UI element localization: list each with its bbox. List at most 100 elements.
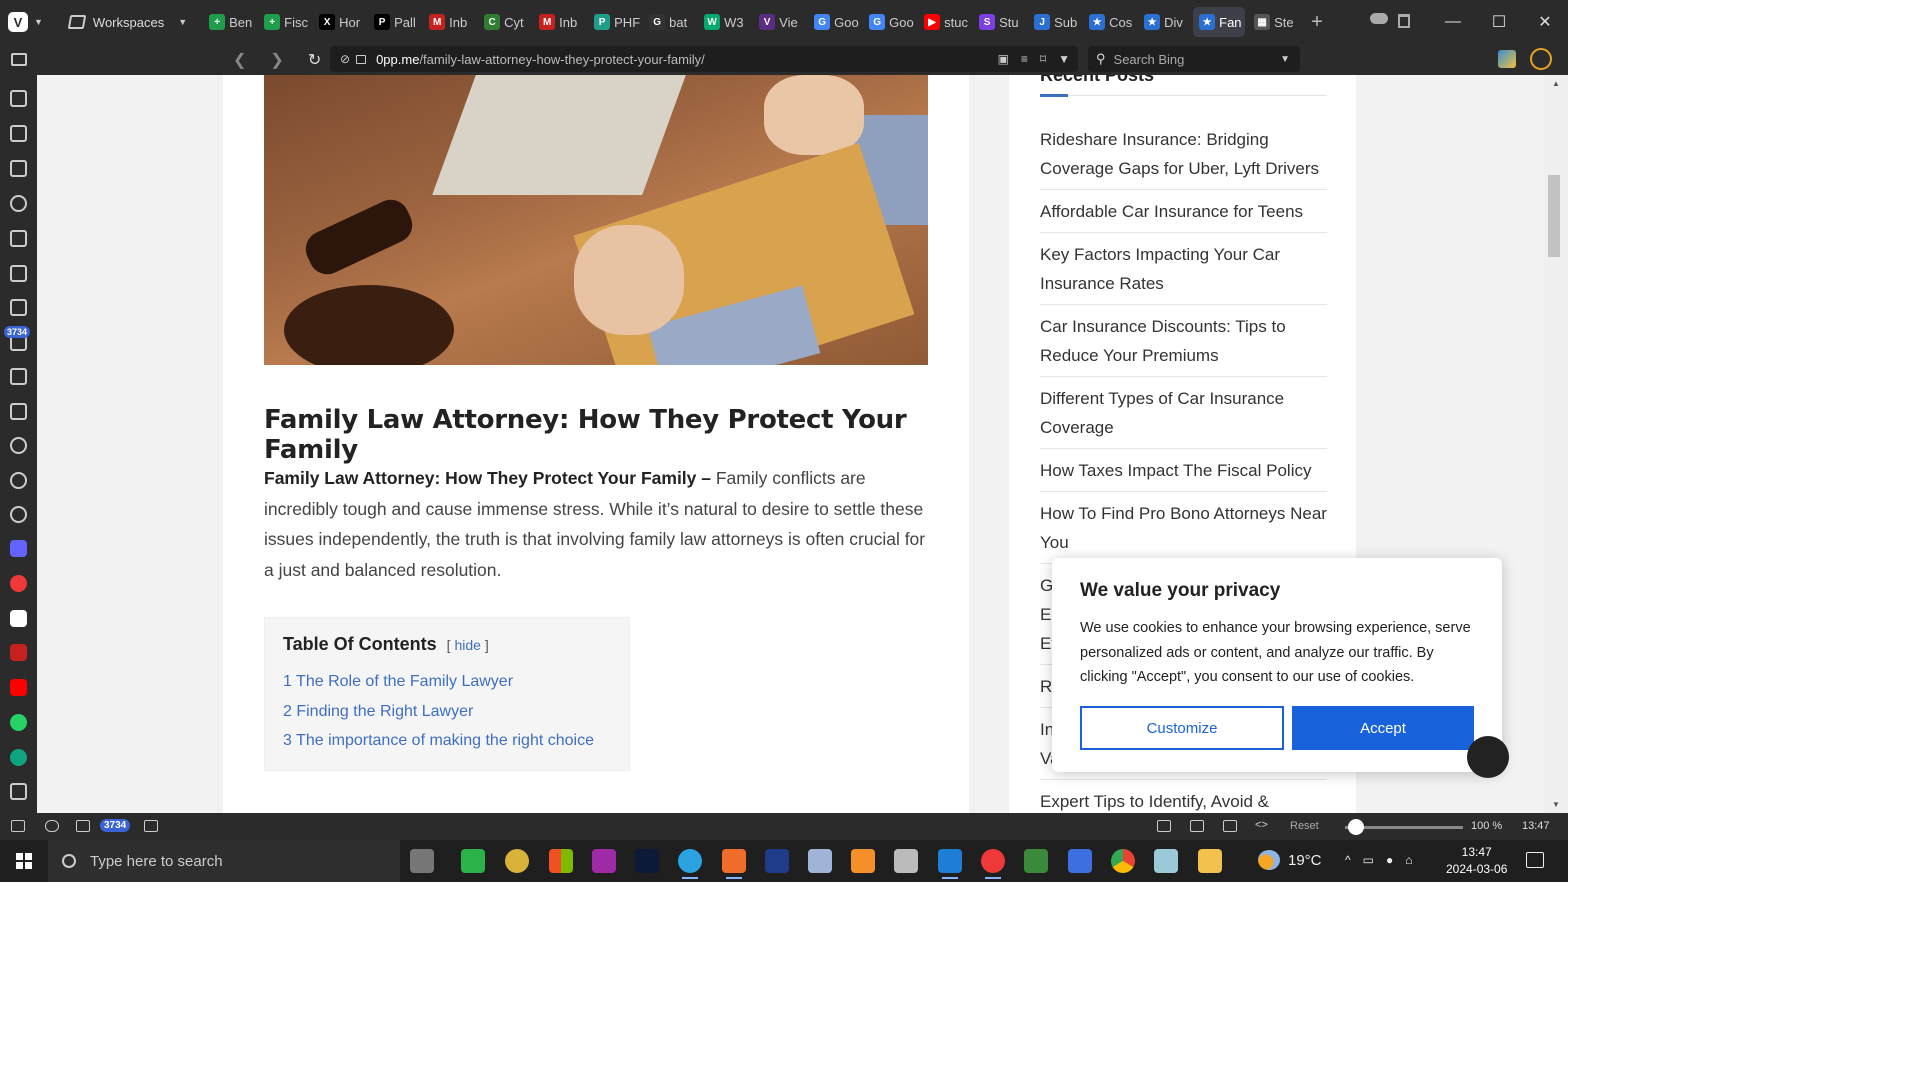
app-icon[interactable] xyxy=(1024,849,1048,873)
browser-tab[interactable]: S Stu xyxy=(973,7,1025,37)
calendar-icon[interactable] xyxy=(144,820,158,832)
app-icon[interactable] xyxy=(1068,849,1092,873)
vivaldi-menu-icon[interactable]: V xyxy=(8,12,28,32)
window-panel-icon[interactable] xyxy=(10,265,27,282)
task-view-icon[interactable] xyxy=(410,849,434,873)
app-icon[interactable] xyxy=(549,849,573,873)
browser-tab[interactable]: ▶ stuc xyxy=(918,7,970,37)
bookmark-icon[interactable]: ⌑ xyxy=(1040,52,1046,66)
back-button[interactable]: ❮ xyxy=(233,50,246,70)
intellij-icon[interactable] xyxy=(592,849,616,873)
recent-post-link[interactable]: Key Factors Impacting Your Car Insurance… xyxy=(1040,240,1327,305)
xampp-icon[interactable] xyxy=(722,849,746,879)
feeds-icon[interactable] xyxy=(10,437,27,454)
scroll-down-arrow[interactable]: ▼ xyxy=(1552,800,1560,809)
minimize-button[interactable]: — xyxy=(1430,13,1476,31)
photoshop-icon[interactable] xyxy=(635,849,659,873)
app-icon[interactable] xyxy=(505,849,529,873)
weather-widget[interactable]: 19°C xyxy=(1258,850,1322,870)
bookmarks-panel-icon[interactable] xyxy=(10,90,27,107)
search-engine-icon[interactable]: ⚲ xyxy=(1096,51,1106,67)
telegram-icon[interactable] xyxy=(678,849,702,879)
whatsapp-icon[interactable] xyxy=(10,714,27,731)
reader-view-icon[interactable]: ≡ xyxy=(1021,52,1028,66)
toc-hide-link[interactable]: hide xyxy=(454,637,480,653)
address-bar[interactable]: ⊘ 0pp.me /family-law-attorney-how-they-p… xyxy=(330,46,1078,72)
workspaces-button[interactable]: Workspaces ▼ xyxy=(59,15,197,30)
gmail-icon[interactable] xyxy=(10,644,27,661)
notifications-icon[interactable] xyxy=(1526,852,1544,868)
notes-icon[interactable] xyxy=(10,230,27,247)
app-icon[interactable] xyxy=(894,849,918,873)
profile-avatar[interactable] xyxy=(1530,48,1552,70)
panel-toggle-icon[interactable] xyxy=(11,820,25,832)
search-field[interactable]: ⚲ Search Bing ▼ xyxy=(1088,46,1300,72)
browser-tab[interactable]: + Ben xyxy=(203,7,255,37)
add-panel-icon[interactable] xyxy=(10,783,27,800)
recent-post-link[interactable]: Different Types of Car Insurance Coverag… xyxy=(1040,384,1327,449)
browser-tab[interactable]: C Cyt xyxy=(478,7,530,37)
browser-tab[interactable]: G Goo xyxy=(808,7,860,37)
page-actions-icon[interactable]: <> xyxy=(1255,819,1268,831)
chatgpt-icon[interactable] xyxy=(10,749,27,766)
chevron-down-icon[interactable]: ▼ xyxy=(1058,52,1070,66)
battery-icon[interactable]: ▭ xyxy=(1363,853,1374,867)
page-tiling-icon[interactable] xyxy=(1223,820,1237,832)
browser-tab[interactable]: G Goo xyxy=(863,7,915,37)
accept-button[interactable]: Accept xyxy=(1292,706,1474,750)
file-explorer-icon[interactable] xyxy=(1198,849,1222,873)
browser-tab[interactable]: Gbat xyxy=(643,7,695,37)
browser-tab[interactable]: P Pall xyxy=(368,7,420,37)
taskbar-clock[interactable]: 13:47 2024-03-06 xyxy=(1446,844,1507,878)
floating-action-button[interactable] xyxy=(1467,736,1509,778)
chrome-icon[interactable] xyxy=(1111,849,1135,873)
browser-tab[interactable]: M Inb xyxy=(533,7,585,37)
chevron-down-icon[interactable]: ▼ xyxy=(34,17,43,27)
browser-tab[interactable]: P PHF xyxy=(588,7,640,37)
browser-tab[interactable]: M Inb xyxy=(423,7,475,37)
browser-tab[interactable]: W W3 xyxy=(698,7,750,37)
feed-icon[interactable]: ▣ xyxy=(998,52,1009,66)
virtualbox-icon[interactable] xyxy=(808,849,832,873)
chat-icon[interactable] xyxy=(10,506,27,523)
toc-item[interactable]: 1 The Role of the Family Lawyer xyxy=(283,667,611,697)
reading-list-icon[interactable] xyxy=(10,125,27,142)
browser-tab[interactable]: X Hor xyxy=(313,7,365,37)
vivaldi-icon[interactable] xyxy=(10,575,27,592)
tray-app-icon[interactable]: ● xyxy=(1386,853,1393,867)
sublime-icon[interactable] xyxy=(851,849,875,873)
browser-tab[interactable]: ★ Cos xyxy=(1083,7,1135,37)
app-icon[interactable] xyxy=(461,849,485,873)
lock-icon[interactable] xyxy=(356,54,367,64)
site-settings-icon[interactable]: ⊘ xyxy=(340,52,350,66)
recent-post-link[interactable]: Expert Tips to Identify, Avoid & xyxy=(1040,787,1327,813)
vivaldi-icon[interactable] xyxy=(981,849,1005,879)
browser-tab[interactable]: ★ Fan xyxy=(1193,7,1246,37)
recent-post-link[interactable]: How Taxes Impact The Fiscal Policy xyxy=(1040,456,1327,492)
scroll-up-arrow[interactable]: ▲ xyxy=(1552,79,1560,88)
vscode-icon[interactable] xyxy=(938,849,962,879)
browser-tab[interactable]: J Sub xyxy=(1028,7,1080,37)
calendar-icon[interactable] xyxy=(10,368,27,385)
image-toggle-icon[interactable] xyxy=(1190,820,1204,832)
history-icon[interactable] xyxy=(10,195,27,212)
contacts-icon[interactable] xyxy=(10,472,27,489)
browser-tab[interactable]: V Vie xyxy=(753,7,805,37)
app-icon[interactable] xyxy=(765,849,789,873)
windows-start-icon[interactable] xyxy=(16,853,32,869)
mail-icon[interactable] xyxy=(76,820,90,832)
translate-icon[interactable] xyxy=(10,299,27,316)
wikipedia-icon[interactable] xyxy=(10,610,27,627)
panel-toggle-icon[interactable] xyxy=(11,53,27,66)
sync-icon[interactable] xyxy=(45,820,59,832)
recent-post-link[interactable]: Rideshare Insurance: Bridging Coverage G… xyxy=(1040,125,1327,190)
toc-item[interactable]: 2 Finding the Right Lawyer xyxy=(283,697,611,727)
close-button[interactable]: ✕ xyxy=(1522,12,1568,32)
chevron-down-icon[interactable]: ▼ xyxy=(1280,54,1290,65)
browser-tab[interactable]: ★ Div xyxy=(1138,7,1190,37)
maximize-button[interactable]: ☐ xyxy=(1476,12,1522,32)
chevron-up-icon[interactable]: ^ xyxy=(1345,853,1351,867)
new-tab-button[interactable]: + xyxy=(1311,11,1323,34)
zoom-reset-button[interactable]: Reset xyxy=(1290,820,1319,832)
trash-icon[interactable] xyxy=(1398,14,1410,28)
